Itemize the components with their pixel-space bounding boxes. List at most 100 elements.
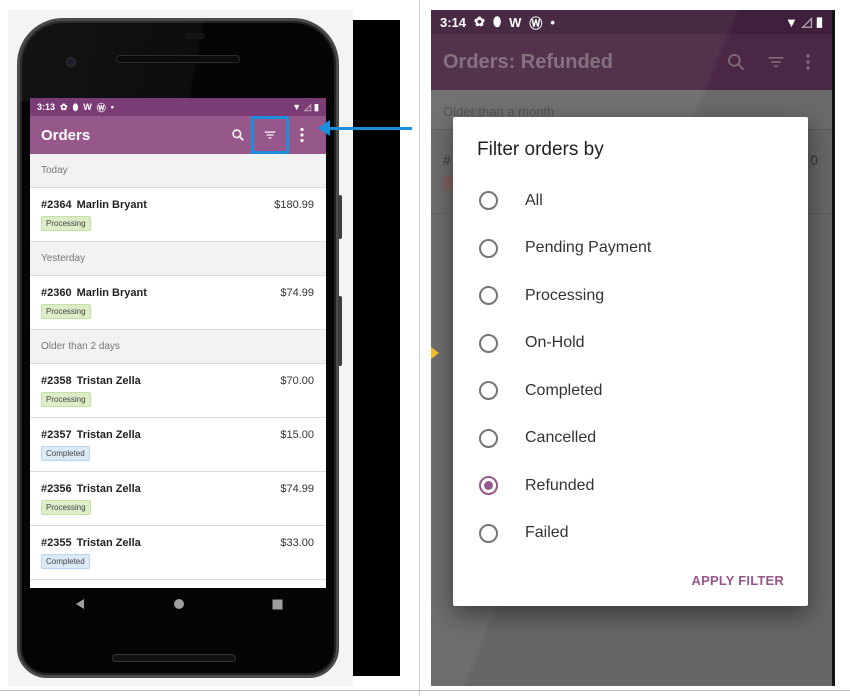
power-button [338,195,342,239]
filter-option-all[interactable]: All [479,177,789,225]
divider [0,690,850,691]
shield-icon: ⬮ [72,101,79,112]
radio-button[interactable] [479,428,498,448]
sensor [185,33,205,39]
customer-name: Tristan Zella [76,429,141,441]
order-row[interactable]: #2355 Tristan Zella $33.00 Completed [30,526,326,580]
order-number: #2356 [41,483,72,495]
order-total: $15.00 [280,429,314,441]
order-number: #2355 [41,537,72,549]
order-row[interactable]: #2358 Tristan Zella $70.00 Processing [30,364,326,418]
front-camera [66,57,76,67]
customer-name: Tristan Zella [76,483,141,495]
status-badge [443,176,453,190]
bottom-speaker [112,654,236,662]
order-row[interactable]: #2356 Tristan Zella $74.99 Processing [30,472,326,526]
search-icon[interactable] [716,52,756,72]
signal-icon: ◿ [304,101,312,112]
order-total: $180.99 [274,199,314,211]
radio-button[interactable] [479,333,498,353]
divider [419,0,420,696]
filter-icon[interactable] [251,116,289,154]
filter-option-refunded[interactable]: Refunded [479,462,789,510]
shield-icon: ⬮ [492,14,502,29]
settings-icon: ✿ [60,101,68,112]
marker-icon [431,347,439,359]
more-vert-icon[interactable] [288,121,316,149]
page-title: Orders: Refunded [443,50,614,73]
back-icon[interactable] [74,597,86,615]
order-row[interactable]: #2357 Tristan Zella $15.00 Completed [30,418,326,472]
order-total: $74.99 [280,483,314,495]
battery-icon: ▮ [815,14,823,29]
more-vert-icon[interactable] [796,53,820,71]
annotation-arrow [320,127,412,130]
settings-icon: ✿ [474,14,485,29]
radio-button[interactable] [479,523,498,543]
status-bar: 3:13 ✿ ⬮ W Ⓦ • ▼ ◿ ▮ [30,98,326,116]
option-label: Processing [525,286,605,304]
radio-button[interactable] [479,286,498,306]
order-number: #2360 [41,287,72,299]
radio-button-checked[interactable] [479,476,498,496]
status-badge: Processing [41,216,91,231]
status-bar: 3:14 ✿ ⬮ W Ⓦ • ▼ ◿ ▮ [431,10,832,34]
radio-button[interactable] [479,238,498,258]
woo-icon: W [509,14,522,30]
status-time: 3:14 [440,14,467,30]
status-badge: Processing [41,304,91,319]
earpiece-speaker [116,55,240,63]
search-icon[interactable] [224,121,252,149]
filter-option-failed[interactable]: Failed [479,510,789,558]
wifi-icon: ▼ [292,102,302,112]
option-label: Refunded [525,476,595,494]
app-bar: Orders: Refunded [431,34,832,90]
option-label: Failed [525,524,569,542]
order-number: # [443,152,451,168]
annotation-arrow-head-icon [318,120,330,136]
recents-icon[interactable] [272,597,283,615]
customer-name: Marlin Bryant [76,199,147,211]
status-time: 3:13 [37,102,56,112]
wordpress-icon: Ⓦ [96,102,106,113]
app-bar: Orders [30,116,326,154]
order-total: $74.99 [280,287,314,299]
radio-button[interactable] [479,191,498,211]
customer-name: Tristan Zella [76,537,141,549]
status-badge: Processing [41,392,91,407]
option-label: Cancelled [525,429,597,447]
battery-icon: ▮ [314,101,319,112]
section-header: Yesterday [30,242,326,276]
option-label: Completed [525,381,603,399]
radio-button[interactable] [479,381,498,401]
filter-dialog: Filter orders by All Pending Payment Pro… [453,117,808,606]
apply-filter-button[interactable]: APPLY FILTER [692,573,784,588]
wifi-icon: ▼ [784,14,798,30]
dialog-title: Filter orders by [477,139,604,160]
section-header: Older than 2 days [30,330,326,364]
orders-screen: 3:13 ✿ ⬮ W Ⓦ • ▼ ◿ ▮ Orders Today #2364 … [30,98,326,588]
order-number: #2358 [41,375,72,387]
order-total: $33.00 [280,537,314,549]
dot-icon: • [550,14,555,30]
order-number: #2357 [41,429,72,441]
filter-option-on-hold[interactable]: On-Hold [479,320,789,368]
signal-icon: ◿ [801,14,812,29]
order-row[interactable]: #2360 Marlin Bryant $74.99 Processing [30,276,326,330]
filter-icon[interactable] [756,52,796,72]
filter-option-cancelled[interactable]: Cancelled [479,415,789,463]
section-header: Today [30,154,326,188]
order-total: $70.00 [280,375,314,387]
option-label: All [525,191,543,209]
customer-name: Tristan Zella [76,375,141,387]
order-row[interactable]: #2364 Marlin Bryant $180.99 Processing [30,188,326,242]
filter-option-completed[interactable]: Completed [479,367,789,415]
home-icon[interactable] [173,597,185,615]
android-nav-bar [30,590,326,622]
status-badge: Completed [41,446,90,461]
wordpress-icon: Ⓦ [529,15,543,31]
filter-options: All Pending Payment Processing On-Hold C… [479,177,789,557]
filter-option-pending-payment[interactable]: Pending Payment [479,225,789,273]
option-label: Pending Payment [525,239,652,257]
filter-option-processing[interactable]: Processing [479,272,789,320]
